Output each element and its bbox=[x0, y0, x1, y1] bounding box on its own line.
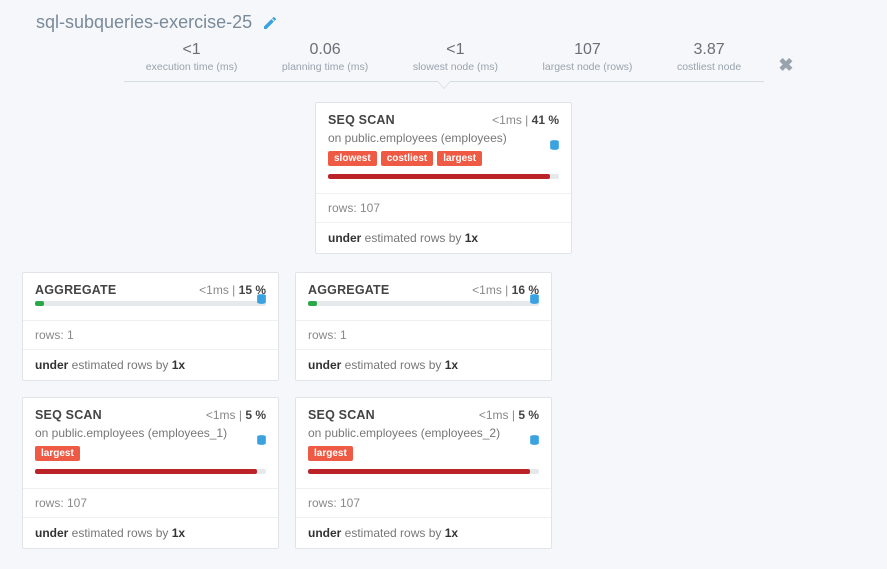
plan-node-aggregate-right[interactable]: AGGREGATE <1ms | 16 % rows: 1 under esti… bbox=[295, 272, 552, 381]
edit-icon[interactable] bbox=[262, 15, 278, 31]
node-timing: <1ms | 41 % bbox=[492, 113, 559, 127]
plan-node-aggregate-left[interactable]: AGGREGATE <1ms | 15 % rows: 1 under esti… bbox=[22, 272, 279, 381]
database-icon bbox=[255, 293, 268, 309]
node-badges: largest bbox=[308, 446, 539, 461]
close-icon[interactable]: ✖ bbox=[778, 55, 793, 76]
node-op: AGGREGATE bbox=[35, 283, 116, 297]
node-bar bbox=[328, 174, 559, 179]
stat-planning-time: 0.06 planning time (ms) bbox=[282, 41, 368, 73]
node-rows: rows: 1 bbox=[23, 320, 278, 349]
node-timing: <1ms | 5 % bbox=[479, 408, 539, 422]
stat-execution-time: <1 execution time (ms) bbox=[146, 41, 238, 73]
stat-costliest-node: 3.87 costliest node bbox=[677, 41, 741, 73]
stat-slowest-node: <1 slowest node (ms) bbox=[413, 41, 498, 73]
node-estimate: under estimated rows by 1x bbox=[296, 517, 551, 548]
node-rows: rows: 107 bbox=[23, 488, 278, 517]
node-bar bbox=[308, 469, 539, 474]
node-rows: rows: 1 bbox=[296, 320, 551, 349]
node-subtitle: on public.employees (employees_1) bbox=[35, 426, 266, 440]
node-estimate: under estimated rows by 1x bbox=[23, 349, 278, 380]
node-op: SEQ SCAN bbox=[308, 408, 375, 422]
database-icon bbox=[528, 293, 541, 309]
node-subtitle: on public.employees (employees_2) bbox=[308, 426, 539, 440]
node-badges: largest bbox=[35, 446, 266, 461]
node-bar bbox=[35, 469, 266, 474]
node-bar bbox=[308, 301, 539, 306]
node-bar bbox=[35, 301, 266, 306]
database-icon bbox=[255, 434, 268, 450]
node-rows: rows: 107 bbox=[316, 193, 571, 222]
node-op: AGGREGATE bbox=[308, 283, 389, 297]
plan-node-seqscan-left[interactable]: SEQ SCAN <1ms | 5 % on public.employees … bbox=[22, 397, 279, 549]
node-timing: <1ms | 5 % bbox=[206, 408, 266, 422]
node-estimate: under estimated rows by 1x bbox=[23, 517, 278, 548]
plan-node-root[interactable]: SEQ SCAN <1ms | 41 % on public.employees… bbox=[315, 102, 572, 254]
node-estimate: under estimated rows by 1x bbox=[316, 222, 571, 253]
node-op: SEQ SCAN bbox=[328, 113, 395, 127]
node-estimate: under estimated rows by 1x bbox=[296, 349, 551, 380]
pointer-icon bbox=[437, 81, 451, 89]
node-subtitle: on public.employees (employees) bbox=[328, 131, 559, 145]
database-icon bbox=[548, 139, 561, 155]
stats-bar: <1 execution time (ms) 0.06 planning tim… bbox=[124, 41, 764, 82]
stat-largest-node: 107 largest node (rows) bbox=[543, 41, 633, 73]
database-icon bbox=[528, 434, 541, 450]
node-op: SEQ SCAN bbox=[35, 408, 102, 422]
page-title: sql-subqueries-exercise-25 bbox=[36, 12, 252, 33]
node-rows: rows: 107 bbox=[296, 488, 551, 517]
node-badges: slowest costliest largest bbox=[328, 151, 559, 166]
plan-node-seqscan-right[interactable]: SEQ SCAN <1ms | 5 % on public.employees … bbox=[295, 397, 552, 549]
